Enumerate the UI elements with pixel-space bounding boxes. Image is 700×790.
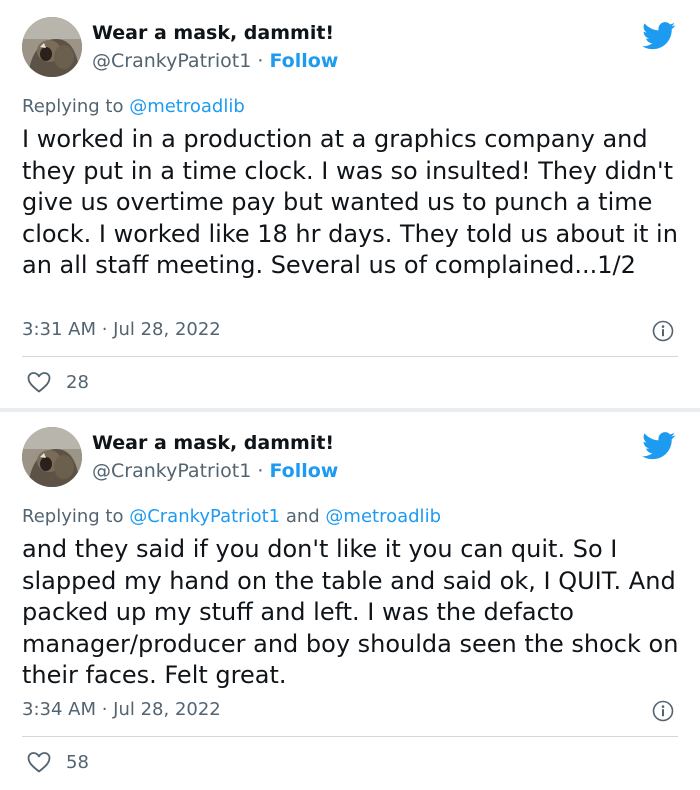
tweet-text: and they said if you don't like it you c… bbox=[22, 535, 679, 689]
heart-icon[interactable] bbox=[26, 370, 52, 394]
handle-line: @CrankyPatriot1 · Follow bbox=[92, 50, 338, 72]
replying-prefix: Replying to bbox=[22, 506, 130, 527]
tweet-text: I worked in a production at a graphics c… bbox=[22, 125, 678, 279]
replying-prefix: Replying to bbox=[22, 96, 130, 117]
timestamp[interactable]: 3:31 AM · Jul 28, 2022 bbox=[22, 319, 221, 340]
divider bbox=[22, 356, 678, 357]
divider bbox=[22, 736, 678, 737]
like-count: 58 bbox=[66, 751, 89, 773]
like-count: 28 bbox=[66, 371, 89, 393]
avatar[interactable] bbox=[22, 17, 82, 77]
avatar[interactable] bbox=[22, 427, 82, 487]
avatar-image bbox=[22, 17, 82, 77]
replying-to-line: Replying to @CrankyPatriot1 and @metroad… bbox=[22, 506, 441, 527]
info-icon[interactable] bbox=[652, 700, 674, 722]
handle-line: @CrankyPatriot1 · Follow bbox=[92, 460, 338, 482]
tweet-card-2: Wear a mask, dammit! @CrankyPatriot1 · F… bbox=[0, 412, 700, 790]
info-icon[interactable] bbox=[652, 320, 674, 342]
tweet-card-1: Wear a mask, dammit! @CrankyPatriot1 · F… bbox=[0, 0, 700, 408]
reply-mention-link[interactable]: @CrankyPatriot1 bbox=[129, 506, 280, 527]
follow-button[interactable]: Follow bbox=[269, 50, 338, 72]
handle[interactable]: @CrankyPatriot1 bbox=[92, 460, 251, 482]
handle[interactable]: @CrankyPatriot1 bbox=[92, 50, 251, 72]
dot-separator: · bbox=[257, 50, 264, 72]
reply-mention-link-2[interactable]: @metroadlib bbox=[325, 506, 441, 527]
replying-to-line: Replying to @metroadlib bbox=[22, 96, 245, 117]
like-action[interactable]: 58 bbox=[26, 750, 89, 774]
avatar-image bbox=[22, 427, 82, 487]
display-name[interactable]: Wear a mask, dammit! bbox=[92, 22, 334, 44]
dot-separator: · bbox=[257, 460, 264, 482]
heart-icon[interactable] bbox=[26, 750, 52, 774]
display-name[interactable]: Wear a mask, dammit! bbox=[92, 432, 334, 454]
reply-joiner: and bbox=[280, 506, 326, 527]
twitter-bird-icon[interactable] bbox=[642, 22, 676, 50]
follow-button[interactable]: Follow bbox=[269, 460, 338, 482]
like-action[interactable]: 28 bbox=[26, 370, 89, 394]
reply-mention-link[interactable]: @metroadlib bbox=[129, 96, 245, 117]
timestamp[interactable]: 3:34 AM · Jul 28, 2022 bbox=[22, 699, 221, 720]
twitter-bird-icon[interactable] bbox=[642, 432, 676, 460]
